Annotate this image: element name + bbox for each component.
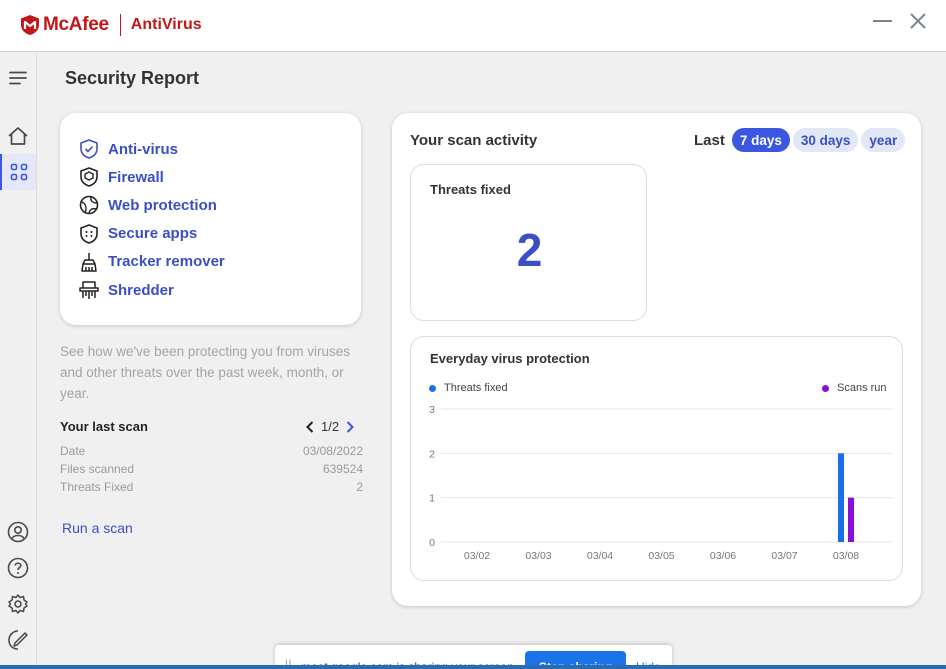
feature-label: Secure apps (108, 225, 198, 243)
row-value: 639524 (322, 462, 363, 476)
feature-label: Anti-virus (108, 140, 179, 158)
row-value: 03/08/2022 (302, 444, 363, 458)
features-card: Anti-virus Firewall Web protection Secur… (60, 113, 361, 325)
home-icon[interactable] (0, 118, 36, 154)
globe-icon (79, 195, 99, 215)
feature-anti-virus[interactable]: Anti-virus (79, 135, 225, 163)
x-tick-label: 03/05 (648, 550, 674, 562)
last-scan-row: Date 03/08/2022 (60, 444, 363, 458)
scan-activity-card: Your scan activity Last 7 days 30 days y… (392, 113, 921, 606)
page-title: Security Report (65, 68, 200, 88)
range-label: Last (694, 131, 725, 149)
firewall-icon (79, 167, 99, 188)
page-indicator: 1/2 (321, 419, 340, 434)
threats-fixed-tile: Threats fixed 2 (410, 164, 647, 321)
threats-fixed-label: Threats fixed (430, 182, 511, 197)
chevron-right-icon[interactable] (343, 420, 357, 434)
last-scan-row: Files scanned 639524 (60, 462, 363, 476)
account-icon[interactable] (0, 514, 36, 550)
bar-threats-fixed (838, 453, 844, 542)
row-value: 2 (356, 480, 363, 494)
title-divider (119, 14, 121, 36)
mcafee-logo: McAfee AntiVirus (20, 14, 202, 36)
feedback-icon[interactable] (0, 622, 36, 658)
range-selector: Last 7 days 30 days year (694, 128, 906, 152)
minimize-icon[interactable] (872, 10, 894, 32)
feature-label: Tracker remover (108, 253, 225, 271)
last-scan-pager: 1/2 (303, 419, 357, 434)
x-tick-label: 03/06 (710, 550, 736, 562)
settings-icon[interactable] (0, 586, 36, 622)
y-tick-label: 3 (429, 404, 435, 416)
y-tick-label: 0 (429, 537, 435, 549)
help-icon[interactable] (0, 550, 36, 586)
range-7-days[interactable]: 7 days (731, 128, 790, 152)
report-description: See how we've been protecting you from v… (60, 344, 350, 401)
shredder-icon (79, 280, 99, 300)
bar-chart: 0 1 2 3 03/02 03/03 03/04 03/05 03/06 03/07 03/08 (429, 404, 893, 562)
product-name: AntiVirus (130, 16, 202, 33)
brand-name: McAfee (43, 14, 109, 35)
feature-label: Shredder (108, 281, 174, 299)
last-scan-row: Threats Fixed 2 (60, 480, 363, 494)
row-label: Date (60, 444, 86, 458)
secure-apps-icon (79, 223, 99, 244)
x-tick-label: 03/02 (464, 550, 490, 562)
feature-label: Web protection (108, 196, 217, 214)
scan-activity-title: Your scan activity (410, 132, 538, 149)
sidebar (0, 52, 37, 669)
title-bar: McAfee AntiVirus (0, 0, 946, 52)
last-scan-title: Your last scan (60, 419, 148, 434)
x-tick-label: 03/08 (833, 550, 859, 562)
mcafee-shield-icon (21, 15, 39, 35)
feature-secure-apps[interactable]: Secure apps (79, 220, 225, 248)
threats-fixed-count: 2 (516, 224, 543, 276)
x-tick-label: 03/03 (525, 550, 551, 562)
feature-web-protection[interactable]: Web protection (79, 191, 225, 219)
menu-icon[interactable] (0, 60, 36, 96)
row-label: Files scanned (60, 462, 135, 476)
range-year[interactable]: year (861, 128, 906, 152)
feature-shredder[interactable]: Shredder (79, 276, 225, 304)
broom-icon (79, 252, 99, 272)
close-icon[interactable] (908, 11, 928, 31)
shield-check-icon (79, 139, 99, 159)
taskbar-edge (0, 665, 946, 669)
feature-firewall[interactable]: Firewall (79, 163, 225, 191)
feature-tracker-remover[interactable]: Tracker remover (79, 248, 225, 276)
feature-label: Firewall (108, 168, 164, 186)
dashboard-icon[interactable] (0, 154, 36, 190)
y-tick-label: 2 (429, 448, 435, 460)
x-tick-label: 03/07 (771, 550, 797, 562)
run-scan-link[interactable]: Run a scan (62, 520, 133, 536)
x-tick-label: 03/04 (587, 550, 613, 562)
chevron-left-icon[interactable] (303, 420, 317, 434)
row-label: Threats Fixed (60, 480, 134, 494)
everyday-protection-chart: Everyday virus protection Threats fixed … (410, 336, 903, 581)
feature-list: Anti-virus Firewall Web protection Secur… (79, 135, 225, 304)
bar-scans-run (848, 497, 854, 542)
y-tick-label: 1 (429, 493, 435, 505)
range-30-days[interactable]: 30 days (792, 128, 859, 152)
